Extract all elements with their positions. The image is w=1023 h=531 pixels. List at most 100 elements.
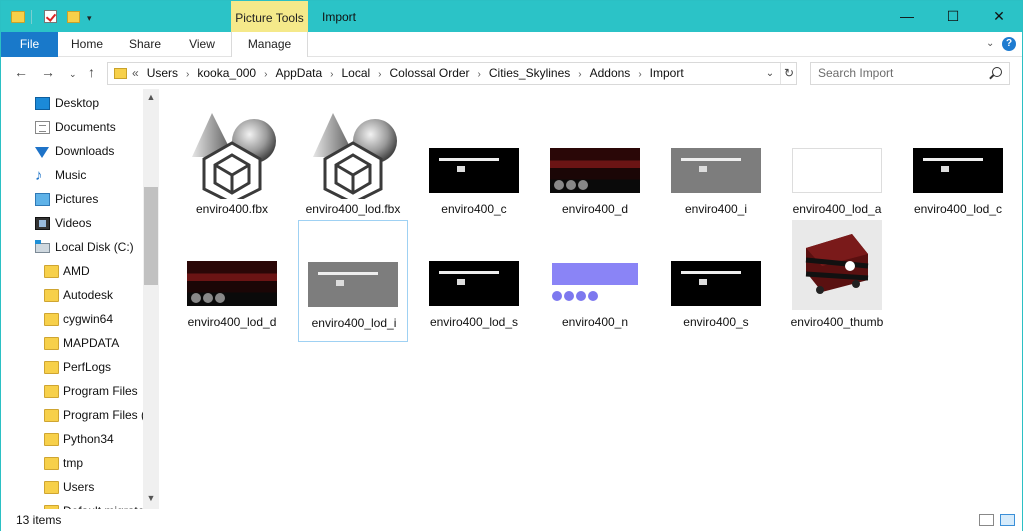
folder-icon — [114, 68, 127, 79]
file-item[interactable]: enviro400_lod_d — [177, 220, 287, 342]
file-item[interactable]: enviro400.fbx — [177, 107, 287, 229]
sidebar-item[interactable]: PerfLogs — [1, 355, 143, 379]
maximize-button[interactable]: ☐ — [930, 1, 976, 32]
sidebar-item[interactable]: Documents — [1, 115, 143, 139]
texture-detail — [564, 291, 574, 301]
breadcrumb-item[interactable]: AppData — [275, 66, 322, 80]
breadcrumb-item[interactable]: Import — [650, 66, 684, 80]
sidebar-item[interactable]: Python34 — [1, 427, 143, 451]
chevron-right-icon[interactable]: › — [578, 69, 581, 80]
sidebar-item-label: MAPDATA — [63, 336, 120, 350]
sidebar-item[interactable]: AMD — [1, 259, 143, 283]
back-arrow-icon[interactable]: ← — [14, 64, 28, 80]
folder-icon — [44, 361, 59, 374]
sidebar-item-label: Users — [63, 480, 95, 494]
file-item[interactable]: enviro400_thumb — [782, 220, 892, 342]
breadcrumb-item[interactable]: Cities_Skylines — [489, 66, 570, 80]
file-item[interactable]: enviro400_lod_i — [298, 220, 408, 342]
texture-thumbnail — [550, 148, 640, 193]
file-item[interactable]: enviro400_d — [540, 107, 650, 229]
search-input[interactable]: Search Import — [810, 62, 1010, 85]
scroll-down-icon[interactable]: ▼ — [143, 493, 159, 503]
file-item[interactable]: enviro400_lod_a — [782, 107, 892, 229]
file-item[interactable]: enviro400_lod.fbx — [298, 107, 408, 229]
file-item[interactable]: enviro400_c — [419, 107, 529, 229]
breadcrumb-item[interactable]: Addons — [590, 66, 631, 80]
file-item[interactable]: enviro400_lod_s — [419, 220, 529, 342]
file-item[interactable]: enviro400_s — [661, 220, 771, 342]
texture-thumbnail — [429, 261, 519, 306]
texture-detail — [439, 271, 499, 274]
chevron-right-icon[interactable]: › — [330, 69, 333, 80]
sidebar-item-label: Autodesk — [63, 288, 114, 302]
breadcrumb-overflow[interactable]: « — [132, 66, 139, 80]
sidebar-item[interactable]: tmp — [1, 451, 143, 475]
breadcrumb-item[interactable]: kooka_000 — [197, 66, 256, 80]
forward-arrow-icon[interactable]: → — [41, 64, 55, 80]
status-bar: 13 items — [1, 509, 1022, 531]
sidebar-item[interactable]: Videos — [1, 211, 143, 235]
chevron-right-icon[interactable]: › — [186, 69, 189, 80]
scrollbar-thumb[interactable] — [144, 187, 158, 285]
tab-view[interactable]: View — [179, 32, 225, 57]
file-item[interactable]: enviro400_n — [540, 220, 650, 342]
texture-detail — [439, 158, 499, 161]
sidebar-item[interactable]: ♪ Music — [1, 163, 143, 187]
tab-share[interactable]: Share — [122, 32, 168, 57]
tab-home[interactable]: Home — [64, 32, 110, 57]
sidebar-item[interactable]: Users — [1, 475, 143, 499]
nav-scrollbar[interactable]: ▲ ▼ — [143, 89, 159, 509]
sidebar-item[interactable]: Pictures — [1, 187, 143, 211]
close-button[interactable]: ✕ — [976, 1, 1022, 32]
sidebar-item[interactable]: Local Disk (C:) — [1, 235, 143, 259]
texture-detail — [681, 158, 741, 161]
texture-detail — [588, 291, 598, 301]
customize-toolbar-icon[interactable]: ▾ — [87, 13, 92, 30]
expand-ribbon-icon[interactable]: ⌄ — [986, 38, 994, 49]
file-item[interactable]: enviro400_i — [661, 107, 771, 229]
sidebar-item-label: tmp — [63, 456, 84, 470]
breadcrumb-item[interactable]: Users — [147, 66, 178, 80]
minimize-button[interactable]: — — [884, 1, 930, 32]
up-arrow-icon[interactable]: ↑ — [88, 64, 95, 80]
texture-detail — [191, 293, 201, 303]
new-folder-icon[interactable] — [67, 11, 80, 23]
file-name: enviro400_lod.fbx — [305, 202, 401, 216]
folder-icon — [11, 11, 25, 23]
address-bar[interactable]: « Users › kooka_000 › AppData › Local › Colossal … — [107, 62, 797, 85]
details-view-icon[interactable] — [979, 514, 994, 526]
fbx-file-icon — [186, 109, 278, 205]
texture-detail — [566, 180, 576, 190]
sidebar-item[interactable]: Downloads — [1, 139, 143, 163]
sidebar-item[interactable]: cygwin64 — [1, 307, 143, 331]
sidebar-item[interactable]: MAPDATA — [1, 331, 143, 355]
sidebar-item[interactable]: Default.migrated — [1, 499, 143, 509]
sidebar-item[interactable]: Autodesk — [1, 283, 143, 307]
texture-detail — [576, 291, 586, 301]
help-icon[interactable]: ? — [1002, 37, 1016, 51]
large-icons-view-icon[interactable] — [1000, 514, 1015, 526]
sidebar-item[interactable]: Program Files ( — [1, 403, 143, 427]
file-item[interactable]: enviro400_lod_c — [903, 107, 1013, 229]
chevron-right-icon[interactable]: › — [264, 69, 267, 80]
sidebar-item[interactable]: Program Files — [1, 379, 143, 403]
tab-manage[interactable]: Manage — [231, 32, 308, 57]
sidebar-item-label: Music — [55, 168, 87, 182]
sidebar-item[interactable]: Desktop — [1, 91, 143, 115]
texture-detail — [336, 280, 344, 286]
scroll-up-icon[interactable]: ▲ — [143, 92, 159, 102]
chevron-right-icon[interactable]: › — [638, 69, 641, 80]
tab-file[interactable]: File — [1, 32, 58, 57]
address-dropdown-icon[interactable]: ⌄ — [762, 65, 778, 82]
file-name: enviro400_n — [561, 315, 629, 329]
recent-locations-icon[interactable]: ⌄ — [69, 69, 77, 80]
chevron-right-icon[interactable]: › — [478, 69, 481, 80]
file-name: enviro400.fbx — [195, 202, 269, 216]
texture-thumbnail — [671, 261, 761, 306]
refresh-icon[interactable]: ↻ — [780, 63, 797, 84]
bus-thumbnail-image — [792, 220, 882, 310]
breadcrumb-item[interactable]: Local — [341, 66, 370, 80]
breadcrumb-item[interactable]: Colossal Order — [390, 66, 470, 80]
chevron-right-icon[interactable]: › — [378, 69, 381, 80]
properties-icon[interactable] — [44, 10, 57, 23]
